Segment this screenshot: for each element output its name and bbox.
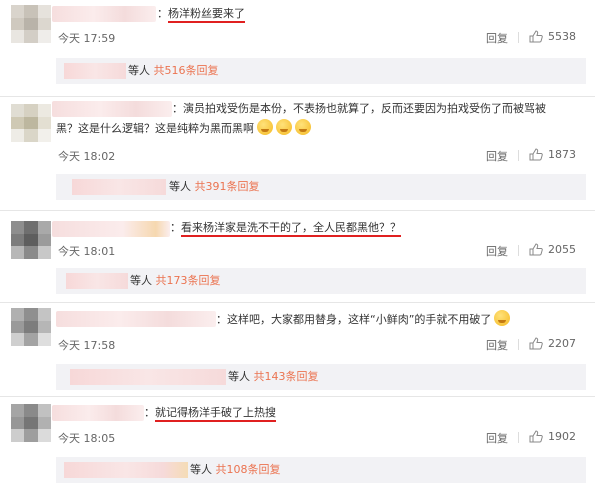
sub-reply-users xyxy=(72,179,166,195)
timestamp: 今天 17:59 xyxy=(58,32,116,45)
reply-button[interactable]: 回复 xyxy=(486,30,508,46)
comment-body-line2: 黑？这是什么逻辑？这是纯粹为黑而黑啊 xyxy=(56,122,254,135)
emoji-icon xyxy=(276,119,292,135)
username[interactable] xyxy=(52,6,156,22)
emoji-icon xyxy=(295,119,311,135)
avatar[interactable] xyxy=(11,104,51,142)
thumbs-up-icon[interactable] xyxy=(529,430,543,443)
sub-prefix: 等人 xyxy=(130,274,152,287)
comment-body-line1: 演员拍戏受伤是本份，不表扬也就算了，反而还要因为拍戏受伤了而被骂被 xyxy=(183,102,546,115)
divider xyxy=(518,339,519,350)
sub-count-link[interactable]: 共391条回复 xyxy=(195,180,260,193)
emoji-icon xyxy=(494,310,511,326)
divider xyxy=(518,150,519,161)
divider xyxy=(518,245,519,256)
like-count: 1902 xyxy=(548,430,576,443)
reply-button[interactable]: 回复 xyxy=(486,430,508,446)
comment-divider xyxy=(0,396,595,397)
sub-reply-summary[interactable]: 等人 共516条回复 xyxy=(128,62,219,80)
comment-body: 杨洋粉丝要来了 xyxy=(168,7,245,23)
like-count: 1873 xyxy=(548,148,576,161)
sub-count-link[interactable]: 共173条回复 xyxy=(156,274,221,287)
sub-reply-users xyxy=(66,273,128,289)
emoji-icon xyxy=(257,119,273,135)
timestamp: 今天 18:01 xyxy=(58,245,116,258)
comment-text: ：看来杨洋家是洗不干的了，全人民都黑他？？ xyxy=(170,218,401,238)
thumbs-up-icon[interactable] xyxy=(529,30,543,43)
like-count: 2055 xyxy=(548,243,576,256)
timestamp: 今天 18:02 xyxy=(58,150,116,163)
comment-text: ：杨洋粉丝要来了 xyxy=(157,4,245,24)
sub-reply-users xyxy=(70,369,226,385)
timestamp: 今天 17:58 xyxy=(58,339,116,352)
thumbs-up-icon[interactable] xyxy=(529,243,543,256)
sub-count-link[interactable]: 共516条回复 xyxy=(154,64,219,77)
thumbs-up-icon[interactable] xyxy=(529,337,543,350)
reply-button[interactable]: 回复 xyxy=(486,148,508,164)
divider xyxy=(518,32,519,43)
sub-replies[interactable]: 等人 共143条回复 xyxy=(56,364,586,390)
reply-button[interactable]: 回复 xyxy=(486,243,508,259)
comment-body: 这样吧，大家都用替身，这样“小鲜肉”的手就不用破了 xyxy=(227,313,492,326)
sub-prefix: 等人 xyxy=(128,64,150,77)
sub-reply-summary[interactable]: 等人 共391条回复 xyxy=(169,178,260,196)
divider xyxy=(518,432,519,443)
sub-replies[interactable]: 等人 共173条回复 xyxy=(56,268,586,294)
username[interactable] xyxy=(56,311,216,327)
sub-count-link[interactable]: 共108条回复 xyxy=(216,463,281,476)
colon: ： xyxy=(170,221,181,234)
sub-reply-summary[interactable]: 等人 共108条回复 xyxy=(190,461,281,479)
reply-button[interactable]: 回复 xyxy=(486,337,508,353)
comment-divider xyxy=(0,210,595,211)
comment-text: ：就记得杨洋手破了上热搜 xyxy=(144,403,276,423)
sub-prefix: 等人 xyxy=(169,180,191,193)
comment-body: 看来杨洋家是洗不干的了，全人民都黑他？？ xyxy=(181,221,401,237)
colon: ： xyxy=(216,313,227,326)
colon: ： xyxy=(144,406,155,419)
comment-text: ：演员拍戏受伤是本份，不表扬也就算了，反而还要因为拍戏受伤了而被骂被 xyxy=(172,99,546,119)
comment-divider xyxy=(0,302,595,303)
like-count: 2207 xyxy=(548,337,576,350)
sub-reply-users xyxy=(64,462,188,478)
avatar[interactable] xyxy=(11,5,51,43)
sub-prefix: 等人 xyxy=(190,463,212,476)
sub-count-link[interactable]: 共143条回复 xyxy=(254,370,319,383)
like-count: 5538 xyxy=(548,30,576,43)
comment-text-line2: 黑？这是什么逻辑？这是纯粹为黑而黑啊 xyxy=(56,119,311,139)
sub-reply-users xyxy=(64,63,126,79)
avatar[interactable] xyxy=(11,308,51,346)
sub-replies[interactable]: 等人 共391条回复 xyxy=(56,174,586,200)
username[interactable] xyxy=(52,405,144,421)
comment-text: ：这样吧，大家都用替身，这样“小鲜肉”的手就不用破了 xyxy=(216,310,511,330)
avatar[interactable] xyxy=(11,404,51,442)
sub-reply-summary[interactable]: 等人 共173条回复 xyxy=(130,272,221,290)
comment-body: 就记得杨洋手破了上热搜 xyxy=(155,406,276,422)
sub-prefix: 等人 xyxy=(228,370,250,383)
comment-divider xyxy=(0,96,595,97)
colon: ： xyxy=(172,102,183,115)
sub-reply-summary[interactable]: 等人 共143条回复 xyxy=(228,368,319,386)
colon: ： xyxy=(157,7,168,20)
sub-replies[interactable]: 等人 共516条回复 xyxy=(56,58,586,84)
timestamp: 今天 18:05 xyxy=(58,432,116,445)
username[interactable] xyxy=(52,101,172,117)
thumbs-up-icon[interactable] xyxy=(529,148,543,161)
sub-replies[interactable]: 等人 共108条回复 xyxy=(56,457,586,483)
username[interactable] xyxy=(52,221,170,237)
avatar[interactable] xyxy=(11,221,51,259)
